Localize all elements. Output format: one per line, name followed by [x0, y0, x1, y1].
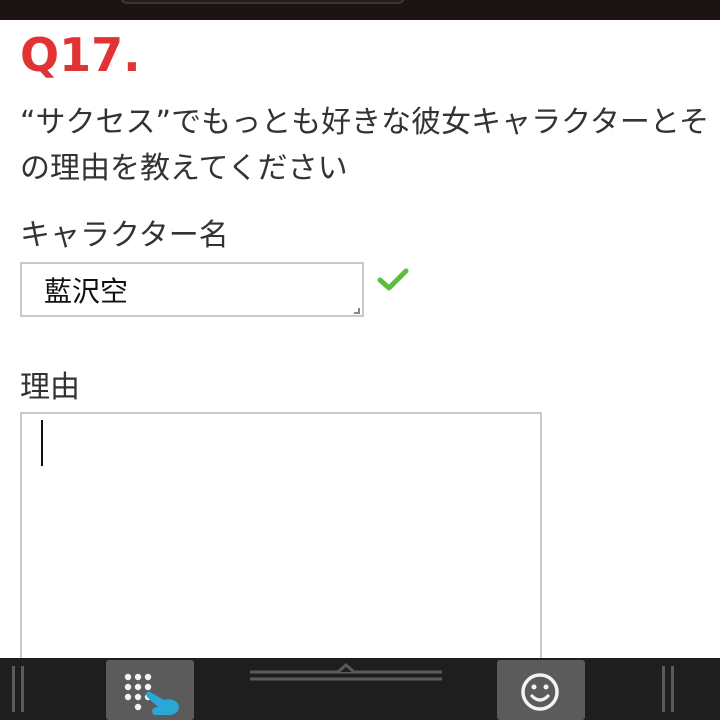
- text-cursor: [41, 420, 43, 466]
- question-number: Q17.: [20, 28, 141, 82]
- question-text: “サクセス”でもっとも好きな彼女キャラクターとその理由を教えてください: [20, 105, 709, 186]
- smiley-icon: [521, 673, 559, 711]
- check-icon: [377, 268, 409, 291]
- numpad-button[interactable]: [106, 660, 194, 720]
- resize-grip-icon[interactable]: [354, 308, 360, 314]
- numpad-hand-icon: [124, 673, 179, 716]
- address-bar[interactable]: [120, 0, 405, 4]
- keyboard-handle-icon[interactable]: [250, 662, 442, 684]
- browser-top-bar: [0, 0, 720, 20]
- right-edge-grip-icon[interactable]: [662, 666, 676, 712]
- character-name-input[interactable]: [20, 262, 364, 317]
- reason-textarea[interactable]: [20, 412, 542, 672]
- left-edge-grip-icon[interactable]: [12, 666, 26, 712]
- survey-page: Q17. “サクセス”でもっとも好きな彼女キャラクターとその理由を教えてください…: [0, 0, 720, 720]
- reason-label: 理由: [20, 370, 80, 405]
- character-name-label: キャラクター名: [20, 218, 229, 253]
- emoji-button[interactable]: [497, 660, 585, 720]
